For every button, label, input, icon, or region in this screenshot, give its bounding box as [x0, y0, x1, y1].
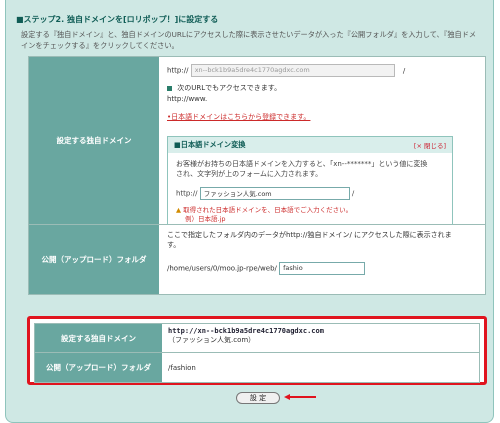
domain-input[interactable]: xn--bck1b9a5dre4c1770agdxc.com — [190, 64, 395, 77]
red-arrow-icon — [284, 394, 316, 400]
set-button[interactable]: 設 定 — [236, 392, 280, 404]
jp-converter-title: ■日本語ドメイン変換 — [174, 140, 246, 149]
jp-domain-converter: ■日本語ドメイン変換 [× 閉じる] お客様がお持ちの日本語ドメインを入力すると… — [167, 136, 453, 234]
summary-domain-jp: （ファッション人気.com） — [168, 336, 256, 344]
www-url: http://www. — [167, 95, 208, 103]
folder-path: /home/users/0/moo.jp-rpe/web/ — [167, 264, 277, 273]
summary-folder-value: /fashion — [168, 363, 196, 372]
domain-label: 設定する独自ドメイン — [29, 57, 159, 224]
http-prefix: http:// — [167, 66, 189, 75]
step-title: ■ステップ2. 独自ドメインを[ロリポップ！]に設定する — [16, 15, 219, 24]
warning-icon: ▲ — [176, 206, 181, 214]
www-note: 次のURLでもアクセスできます。 — [177, 84, 282, 92]
settings-panel: ■ステップ2. 独自ドメインを[ロリポップ！]に設定する 設定する『独自ドメイン… — [5, 0, 494, 423]
domain-row: 設定する独自ドメイン http:// xn--bck1b9a5dre4c1770… — [29, 57, 485, 234]
info-square-icon — [167, 85, 172, 91]
folder-row: 公開（アップロード）フォルダ ここで指定したフォルダ内のデータがhttp://独… — [29, 225, 485, 294]
jp-domain-register-link[interactable]: •日本語ドメインはこちらから登録できます。 — [167, 112, 477, 122]
folder-label: 公開（アップロード）フォルダ — [29, 225, 159, 294]
summary-domain-row: 設定する独自ドメイン http://xn--bck1b9a5dre4c1770a… — [35, 324, 479, 353]
summary-folder-row: 公開（アップロード）フォルダ /fashion — [35, 353, 479, 382]
step-description: 設定する『独自ドメイン』と、独自ドメインのURLにアクセスした際に表示させたいデ… — [21, 30, 477, 50]
confirm-summary: 設定する独自ドメイン http://xn--bck1b9a5dre4c1770a… — [27, 316, 487, 385]
summary-domain-value: http://xn--bck1b9a5dre4c1770agdxc.com — [168, 327, 324, 335]
folder-input[interactable]: fashio — [279, 262, 366, 275]
domain-form-table: 設定する独自ドメイン http:// xn--bck1b9a5dre4c1770… — [28, 56, 486, 295]
jp-domain-input[interactable]: ファッション人気.com — [199, 187, 350, 200]
close-link[interactable]: [× 閉じる] — [414, 140, 446, 150]
